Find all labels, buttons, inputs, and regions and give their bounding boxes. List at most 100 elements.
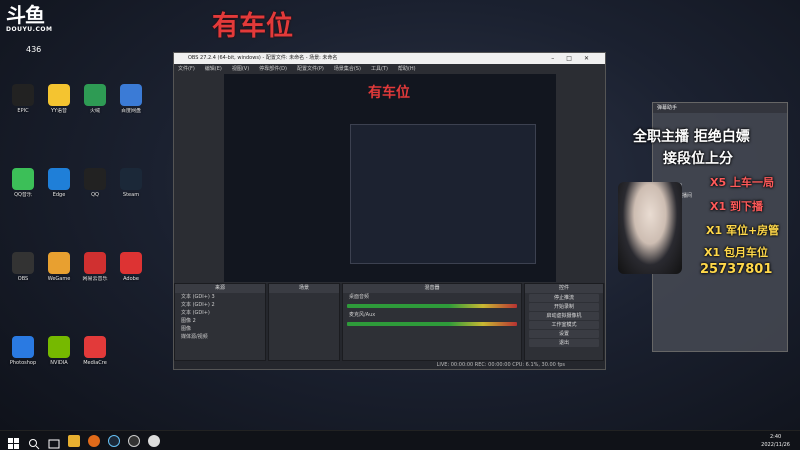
douyu-logo: 斗鱼 DOUYU.COM xyxy=(6,4,54,38)
overlay-qq-number: 25737801 xyxy=(700,262,773,277)
control-button[interactable]: 工作室模式 xyxy=(529,321,599,329)
app-icon xyxy=(120,252,142,274)
desktop-icon-label: 火绒 xyxy=(89,108,100,114)
obs-statusbar: LIVE: 00:00:00 REC: 00:00:00 CPU: 6.1%, … xyxy=(174,361,605,369)
source-item[interactable]: 文本 (GDI+) xyxy=(175,309,265,317)
desktop-icon-label: EPIC xyxy=(17,108,29,114)
obs-window[interactable]: OBS 27.2.4 (64-bit, windows) - 配置文件: 未命名… xyxy=(173,52,606,370)
obs-title: OBS 27.2.4 (64-bit, windows) - 配置文件: 未命名… xyxy=(188,55,338,61)
source-item[interactable]: 图像 xyxy=(175,325,265,333)
app-icon xyxy=(12,336,34,358)
chat-header: 弹幕助手 xyxy=(653,103,787,113)
desktop-icon-label: MediaCre xyxy=(83,360,107,366)
menu-item[interactable]: 工具(T) xyxy=(371,66,388,72)
overlay-item: X1 包月车位 xyxy=(704,246,768,259)
desktop-icon-label: 网易云音乐 xyxy=(82,276,108,282)
window-controls[interactable]: –□✕ xyxy=(551,53,601,64)
desktop-icon[interactable]: 网易云音乐 xyxy=(76,252,114,282)
controls-header: 控件 xyxy=(525,284,603,293)
file-explorer-icon[interactable] xyxy=(68,435,80,447)
app-icon xyxy=(120,84,142,106)
desktop-icon[interactable]: Steam xyxy=(112,168,150,198)
desktop-icon[interactable]: Adobe xyxy=(112,252,150,282)
control-button[interactable]: 开始录制 xyxy=(529,303,599,311)
viewer-count: 436 xyxy=(26,45,42,54)
desktop-icon[interactable]: QQ音乐 xyxy=(4,168,42,198)
desktop-icon-label: NVIDIA xyxy=(50,360,68,366)
audio-meter[interactable] xyxy=(347,304,517,308)
mixer-track: 桌面音频 xyxy=(349,294,370,300)
windows-start-icon[interactable] xyxy=(8,435,20,449)
menu-item[interactable]: 帮助(H) xyxy=(398,66,416,72)
control-button[interactable]: 退出 xyxy=(529,339,599,347)
desktop-icon-label: Steam xyxy=(122,192,140,198)
douyu-logo-url: DOUYU.COM xyxy=(6,26,53,33)
app-icon xyxy=(48,336,70,358)
desktop-icon[interactable]: Photoshop xyxy=(4,336,42,366)
app-icon xyxy=(48,168,70,190)
search-icon[interactable] xyxy=(28,435,40,450)
obs-docks: 来源 文本 (GDI+) 3 文本 (GDI+) 2 文本 (GDI+) 图像 2 图像… xyxy=(174,283,605,369)
desktop-icon-label: WeGame xyxy=(47,276,71,282)
clock-time: 2:40 xyxy=(769,434,782,440)
audio-meter[interactable] xyxy=(347,322,517,326)
menu-item[interactable]: 视图(V) xyxy=(232,66,249,72)
sources-panel[interactable]: 来源 文本 (GDI+) 3 文本 (GDI+) 2 文本 (GDI+) 图像 2 图像… xyxy=(174,283,266,361)
desktop-icon[interactable]: YY语音 xyxy=(40,84,78,114)
scenes-panel[interactable]: 场景 xyxy=(268,283,340,361)
source-item[interactable]: 图像 2 xyxy=(175,317,265,325)
browser-icon[interactable] xyxy=(88,435,100,447)
desktop-icon[interactable]: Edge xyxy=(40,168,78,198)
desktop-icon[interactable]: NVIDIA xyxy=(40,336,78,366)
menu-item[interactable]: 配置文件(P) xyxy=(297,66,324,72)
mixer-header: 混音器 xyxy=(343,284,521,293)
desktop-icon-label: QQ音乐 xyxy=(14,192,32,198)
clock-date: 2022/11/26 xyxy=(761,442,790,448)
app-icon xyxy=(12,252,34,274)
desktop-icon[interactable]: EPIC xyxy=(4,84,42,114)
control-button[interactable]: 停止推流 xyxy=(529,294,599,302)
desktop-icon[interactable]: OBS xyxy=(4,252,42,282)
source-item[interactable]: 文本 (GDI+) 3 xyxy=(175,293,265,301)
desktop-icon-label: QQ xyxy=(91,192,99,198)
mixer-track: 麦克风/Aux xyxy=(349,312,376,318)
preview-title: 有车位 xyxy=(368,85,410,101)
stream-title: 有车位 xyxy=(212,11,293,42)
control-button[interactable]: 设置 xyxy=(529,330,599,338)
menu-item[interactable]: 停靠部件(D) xyxy=(259,66,287,72)
douyu-logo-text: 斗鱼 xyxy=(6,3,45,27)
desktop-icon-label: YY语音 xyxy=(50,108,68,114)
overlay-subslogan: 接段位上分 xyxy=(663,151,733,167)
app-icon xyxy=(84,336,106,358)
obs-icon[interactable] xyxy=(128,435,140,447)
steam-icon[interactable] xyxy=(108,435,120,447)
app-icon xyxy=(12,84,34,106)
source-item[interactable]: 媒体源/视频 xyxy=(175,333,265,341)
desktop-icon[interactable]: MediaCre xyxy=(76,336,114,366)
obs-menubar[interactable]: 文件(F) 编辑(E) 视图(V) 停靠部件(D) 配置文件(P) 场景集合(S) 工具(T… xyxy=(174,64,605,74)
app-icon[interactable] xyxy=(148,435,160,447)
obs-titlebar[interactable]: OBS 27.2.4 (64-bit, windows) - 配置文件: 未命名… xyxy=(174,53,605,64)
desktop-icon[interactable]: QQ xyxy=(76,168,114,198)
control-button[interactable]: 启动虚拟摄像机 xyxy=(529,312,599,320)
desktop-icon-label: Adobe xyxy=(123,276,139,282)
obs-preview[interactable]: 有车位 xyxy=(224,74,556,282)
taskbar: 2:40 2022/11/26 xyxy=(0,430,800,450)
task-view-icon[interactable] xyxy=(48,435,60,449)
overlay-item: X5 上车一局 xyxy=(710,176,774,189)
menu-item[interactable]: 文件(F) xyxy=(178,66,195,72)
source-item[interactable]: 文本 (GDI+) 2 xyxy=(175,301,265,309)
desktop-icon[interactable]: 火绒 xyxy=(76,84,114,114)
app-icon xyxy=(84,252,106,274)
menu-item[interactable]: 场景集合(S) xyxy=(334,66,361,72)
mixer-panel[interactable]: 混音器 桌面音频 麦克风/Aux xyxy=(342,283,522,361)
taskbar-clock[interactable]: 2:40 2022/11/26 xyxy=(761,433,790,449)
desktop-icon[interactable]: WeGame xyxy=(40,252,78,282)
overlay-slogan: 全职主播 拒绝白嫖 xyxy=(633,129,750,145)
app-icon xyxy=(84,84,106,106)
desktop-icon[interactable]: 百度网盘 xyxy=(112,84,150,114)
controls-panel[interactable]: 控件 停止推流 开始录制 启动虚拟摄像机 工作室模式 设置 退出 xyxy=(524,283,604,361)
menu-item[interactable]: 编辑(E) xyxy=(205,66,222,72)
app-icon xyxy=(12,168,34,190)
overlay-item: X1 军位+房管 xyxy=(706,224,780,237)
